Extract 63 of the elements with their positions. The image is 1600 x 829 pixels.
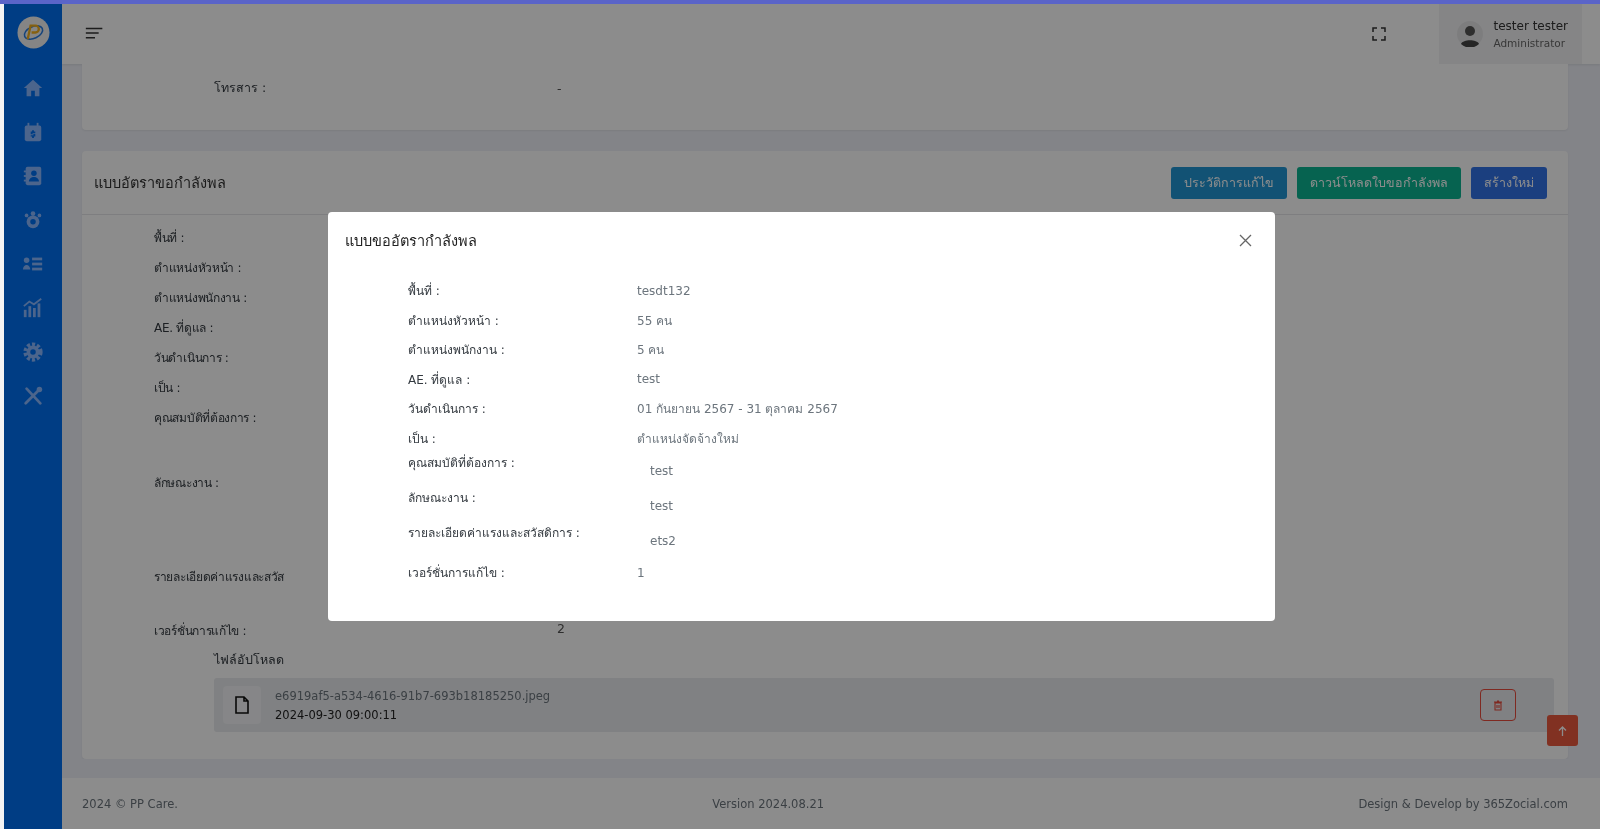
address-book-icon[interactable]	[22, 165, 44, 187]
modal-title: แบบขออัตรากำลังพล	[345, 231, 477, 251]
field-value: ตำแหน่งจัดจ้างใหม่	[637, 430, 739, 448]
field-value: test	[650, 499, 674, 513]
field-value: 55 คน	[637, 312, 673, 330]
user-role: Administrator	[1493, 37, 1567, 49]
history-button[interactable]: ประวัติการแก้ไข	[1171, 166, 1287, 199]
field-label: ตำแหน่งหัวหน้า :	[154, 260, 242, 277]
copyright-text: 2024 © PP Care.	[82, 796, 178, 811]
field-value: 5 คน	[637, 342, 665, 360]
field-label: รายละเอียดค่าแรงและสวัสดิการ :	[408, 525, 580, 542]
logo-icon[interactable]	[16, 16, 50, 49]
field-value: test	[650, 464, 674, 478]
version-text: Version 2024.08.21	[712, 796, 825, 811]
field-value: 1	[637, 565, 645, 580]
field-label: ตำแหน่งพนักงาน :	[408, 342, 505, 360]
field-label: รายละเอียดค่าแรงและสวัส	[154, 569, 284, 586]
field-value: 2	[557, 621, 565, 636]
download-button[interactable]: ดาวน์โหลดใบขอกำลังพล	[1297, 166, 1461, 199]
close-button[interactable]	[1239, 233, 1252, 247]
settings-icon[interactable]	[22, 341, 44, 363]
user-name: tester tester	[1493, 19, 1568, 33]
field-label: วันดำเนินการ :	[154, 350, 229, 367]
field-label: AE. ที่ดูแล :	[154, 318, 214, 337]
field-label: ตำแหน่งพนักงาน :	[154, 290, 247, 307]
home-icon[interactable]	[22, 77, 44, 99]
field-label: เวอร์ชั่นการแก้ไข :	[154, 621, 247, 640]
field-label: AE. ที่ดูแล :	[408, 370, 471, 389]
calendar-icon[interactable]	[22, 121, 44, 143]
scroll-top-button[interactable]	[1547, 715, 1578, 746]
field-label: ตำแหน่งหัวหน้า :	[408, 312, 499, 330]
field-label: เวอร์ชั่นการแก้ไข :	[408, 563, 505, 583]
field-label: ลักษณะงาน :	[154, 475, 219, 492]
user-menu[interactable]: tester tester Administrator	[1439, 4, 1582, 64]
card-title: แบบอัตราขอกำลังพล	[94, 174, 227, 193]
field-label: เป็น :	[154, 379, 181, 397]
delete-button[interactable]	[1480, 689, 1516, 721]
field-label: วันดำเนินการ :	[408, 401, 486, 419]
trash-icon	[1493, 699, 1503, 711]
field-label: คุณสมบัติที่ต้องการ :	[154, 408, 257, 427]
field-label: คุณสมบัติที่ต้องการ :	[408, 453, 515, 472]
field-value: test	[637, 372, 661, 387]
file-date: 2024-09-30 09:00:11	[275, 707, 399, 722]
field-value: tesdt132	[637, 283, 691, 298]
field-label: ลักษณะงาน :	[408, 490, 476, 507]
create-button[interactable]: สร้างใหม่	[1471, 166, 1547, 199]
field-label: พื้นที่ :	[154, 228, 185, 247]
file-icon	[234, 696, 250, 714]
tools-icon[interactable]	[22, 385, 44, 407]
close-icon	[1239, 233, 1252, 247]
field-label: เป็น :	[408, 430, 436, 448]
bar-chart-icon[interactable]	[22, 297, 44, 319]
field-value: -	[557, 79, 563, 98]
file-name: e6919af5-a534-4616-91b7-693b18185250.jpeg	[275, 688, 551, 703]
field-value: ets2	[650, 534, 676, 548]
arrow-up-icon	[1558, 725, 1567, 736]
uploads-label: ไฟล์อัปโหลด	[214, 651, 285, 669]
field-value: 01 กันยายน 2567 - 31 ตุลาคม 2567	[637, 401, 838, 419]
fullscreen-icon[interactable]	[1372, 27, 1387, 41]
field-label: โทรสาร :	[214, 79, 268, 97]
avatar-icon	[1457, 21, 1484, 47]
credit-text: Design & Develop by 365Zocial.com	[1358, 796, 1568, 811]
field-label: พื้นที่ :	[408, 281, 440, 301]
